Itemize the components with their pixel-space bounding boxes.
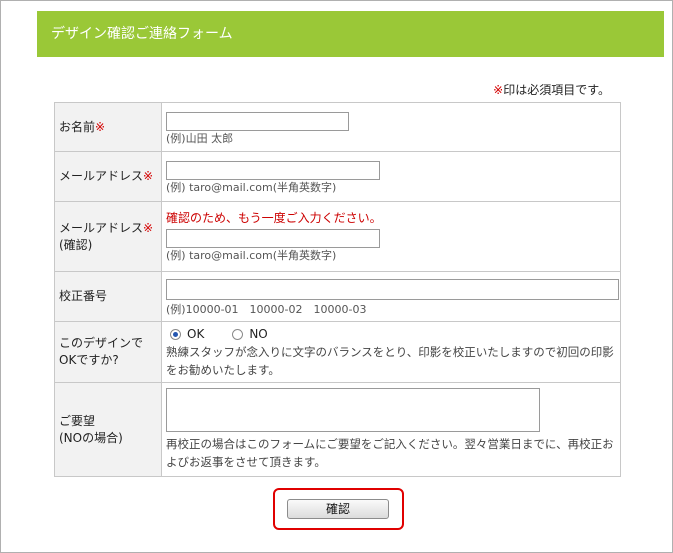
name-input[interactable] (166, 111, 349, 131)
field-design-ok: OK NO 熟練スタッフが念入りに文字のバランスをとり、印影を校正いたしますので… (161, 321, 621, 383)
field-name: (例)山田 太郎 (161, 102, 621, 152)
email-confirm-input[interactable] (166, 229, 380, 248)
row-email: メールアドレス※ (例) taro@mail.com(半角英数字) (54, 151, 621, 202)
required-note: ※印は必須項目です。 (493, 81, 610, 98)
email-confirm-example: (例) taro@mail.com(半角英数字) (166, 249, 337, 262)
radio-no-label: NO (249, 327, 268, 341)
radio-no[interactable] (232, 328, 244, 340)
radio-ok[interactable] (170, 328, 181, 340)
required-note-text: 印は必須項目です。 (503, 83, 610, 97)
label-email: メールアドレス※ (54, 151, 162, 202)
proof-number-example: (例)10000-01 10000-02 10000-03 (166, 302, 367, 316)
proof-number-input[interactable] (166, 278, 619, 300)
confirm-button[interactable]: 確認 (287, 499, 389, 519)
email-input[interactable] (166, 160, 380, 180)
contact-form-table: お名前※ (例)山田 太郎 メールアドレス※ (例) taro@mail.com… (54, 102, 621, 477)
label-email-confirm: メールアドレス※ (確認) (54, 201, 162, 272)
row-proof-number: 校正番号 (例)10000-01 10000-02 10000-03 (54, 271, 621, 322)
row-name: お名前※ (例)山田 太郎 (54, 102, 621, 152)
row-email-confirm: メールアドレス※ (確認) 確認のため、もう一度ご入力ください。 (例) tar… (54, 201, 621, 272)
email-example: (例) taro@mail.com(半角英数字) (166, 180, 337, 194)
label-design-ok: このデザインで OKですか? (54, 321, 162, 383)
field-request: 再校正の場合はこのフォームにご要望をご記入ください。翌々営業日までに、再校正およ… (161, 382, 621, 477)
design-ok-options: OK NO (166, 325, 616, 343)
label-request: ご要望 (NOの場合) (54, 382, 162, 477)
form-header: デザイン確認ご連絡フォーム (37, 11, 664, 57)
request-textarea[interactable] (166, 388, 540, 432)
field-email: (例) taro@mail.com(半角英数字) (161, 151, 621, 202)
confirm-highlight: 確認 (273, 488, 404, 530)
email-confirm-warning: 確認のため、もう一度ご入力ください。 (166, 211, 382, 225)
form-title: デザイン確認ご連絡フォーム (51, 26, 233, 42)
label-proof-number: 校正番号 (54, 271, 162, 322)
design-ok-description: 熟練スタッフが念入りに文字のバランスをとり、印影を校正いたしますので初回の印影を… (166, 345, 614, 377)
row-request: ご要望 (NOの場合) 再校正の場合はこのフォームにご要望をご記入ください。翌々… (54, 382, 621, 477)
field-email-confirm: 確認のため、もう一度ご入力ください。 (例) taro@mail.com(半角英… (161, 201, 621, 272)
field-proof-number: (例)10000-01 10000-02 10000-03 (161, 271, 621, 322)
label-name: お名前※ (54, 102, 162, 152)
required-mark: ※ (493, 83, 504, 97)
radio-ok-label: OK (187, 327, 205, 341)
request-description: 再校正の場合はこのフォームにご要望をご記入ください。翌々営業日までに、再校正およ… (166, 437, 614, 469)
name-example: (例)山田 太郎 (166, 131, 234, 145)
row-design-ok: このデザインで OKですか? OK NO 熟練スタッフが念入りに文字のバランスを… (54, 321, 621, 383)
